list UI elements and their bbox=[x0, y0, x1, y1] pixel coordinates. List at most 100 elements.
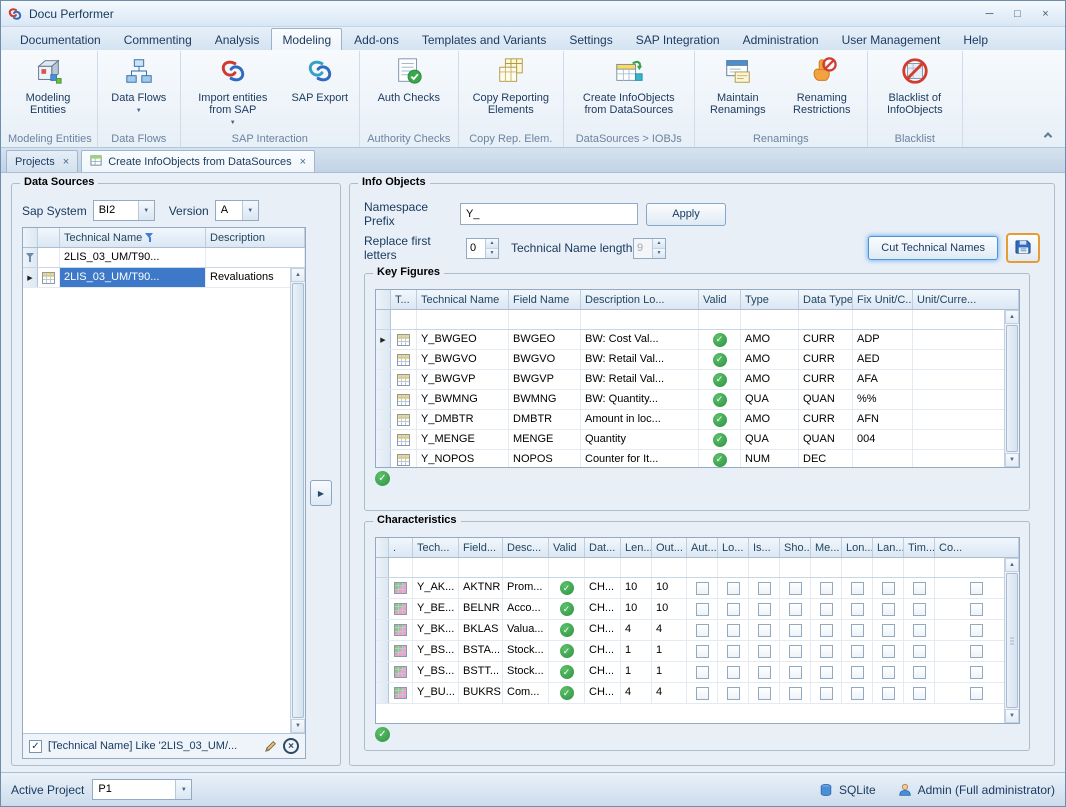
ribbon-tab-analysis[interactable]: Analysis bbox=[204, 28, 271, 50]
checkbox[interactable] bbox=[696, 687, 709, 700]
cut-technical-names-button[interactable]: Cut Technical Names bbox=[868, 236, 998, 260]
filter-cell[interactable] bbox=[581, 310, 699, 329]
checkbox[interactable] bbox=[913, 666, 926, 679]
cell-fix-unit[interactable]: AFN bbox=[853, 410, 913, 429]
checkbox[interactable] bbox=[851, 582, 864, 595]
header-field-name[interactable]: Field... bbox=[459, 538, 503, 557]
key-figure-row[interactable]: Y_BWMNG BWMNG BW: Quantity... ✓ QUA QUAN… bbox=[376, 390, 1019, 410]
move-right-button[interactable]: ▶ bbox=[310, 480, 332, 506]
characteristic-row[interactable]: Y_BE... BELNR Acco... ✓ CH... 10 10 bbox=[376, 599, 1019, 620]
cell-technical-name[interactable]: Y_BE... bbox=[413, 599, 459, 619]
cell-fix-unit[interactable]: ADP bbox=[853, 330, 913, 349]
checkbox[interactable] bbox=[758, 624, 771, 637]
filter-cell[interactable] bbox=[749, 558, 780, 577]
cell-length[interactable]: 1 bbox=[621, 641, 652, 661]
characteristic-row[interactable]: Y_AK... AKTNR Prom... ✓ CH... 10 10 bbox=[376, 578, 1019, 599]
cell-description[interactable]: Valua... bbox=[503, 620, 549, 640]
header-flag[interactable]: Sho... bbox=[780, 538, 811, 557]
cell-technical-name[interactable]: Y_BWGVP bbox=[417, 370, 509, 389]
filter-cell[interactable] bbox=[811, 558, 842, 577]
cell-description[interactable]: Quantity bbox=[581, 430, 699, 449]
step-up-icon[interactable]: ▲ bbox=[486, 239, 498, 248]
checkbox[interactable] bbox=[970, 624, 983, 637]
close-tab-icon[interactable]: × bbox=[63, 156, 69, 168]
filter-cell[interactable] bbox=[585, 558, 621, 577]
cell-data-type[interactable]: CH... bbox=[585, 599, 621, 619]
cell-type[interactable]: AMO bbox=[741, 350, 799, 369]
cell-data-type[interactable]: CH... bbox=[585, 641, 621, 661]
filter-cell[interactable] bbox=[413, 558, 459, 577]
cell-fix-unit[interactable]: AED bbox=[853, 350, 913, 369]
scroll-down-icon[interactable]: ▼ bbox=[1005, 453, 1019, 467]
user-label[interactable]: Admin (Full administrator) bbox=[918, 783, 1055, 797]
namespace-prefix-input[interactable] bbox=[460, 203, 638, 225]
data-flows-button[interactable]: Data Flows ▼ bbox=[101, 53, 177, 131]
ribbon-tab-sap-integration[interactable]: SAP Integration bbox=[625, 28, 731, 50]
edit-filter-icon[interactable] bbox=[264, 740, 277, 753]
header-flag[interactable]: Lo... bbox=[718, 538, 749, 557]
checkbox[interactable] bbox=[820, 603, 833, 616]
checkbox[interactable] bbox=[820, 645, 833, 658]
ribbon-tab-administration[interactable]: Administration bbox=[732, 28, 830, 50]
filter-cell[interactable] bbox=[459, 558, 503, 577]
ribbon-tab-templates-and-variants[interactable]: Templates and Variants bbox=[411, 28, 558, 50]
filter-cell[interactable] bbox=[699, 310, 741, 329]
cell-data-type[interactable]: CURR bbox=[799, 370, 853, 389]
cell-data-type[interactable]: CH... bbox=[585, 620, 621, 640]
checkbox[interactable] bbox=[913, 582, 926, 595]
checkbox[interactable] bbox=[913, 687, 926, 700]
filter-funnel-icon[interactable] bbox=[145, 233, 154, 243]
close-tab-icon[interactable]: × bbox=[300, 156, 306, 168]
cell-field-name[interactable]: BKLAS bbox=[459, 620, 503, 640]
filter-enabled-checkbox[interactable]: ✓ bbox=[29, 740, 42, 753]
ribbon-tab-documentation[interactable]: Documentation bbox=[9, 28, 112, 50]
save-button[interactable] bbox=[1006, 233, 1040, 263]
scroll-down-icon[interactable]: ▼ bbox=[1005, 709, 1019, 723]
cell-type[interactable]: AMO bbox=[741, 330, 799, 349]
checkbox[interactable] bbox=[727, 687, 740, 700]
checkbox[interactable] bbox=[882, 666, 895, 679]
ribbon-tab-user-management[interactable]: User Management bbox=[831, 28, 952, 50]
filter-cell[interactable] bbox=[621, 558, 652, 577]
cell-data-type[interactable]: DEC bbox=[799, 450, 853, 468]
cell-data-type[interactable]: CURR bbox=[799, 350, 853, 369]
cell-technical-name[interactable]: Y_NOPOS bbox=[417, 450, 509, 468]
cell-technical-name[interactable]: Y_BWMNG bbox=[417, 390, 509, 409]
filter-cell[interactable] bbox=[842, 558, 873, 577]
cell-description[interactable]: Stock... bbox=[503, 662, 549, 682]
cell-description[interactable]: Stock... bbox=[503, 641, 549, 661]
checkbox[interactable] bbox=[727, 666, 740, 679]
filter-cell[interactable] bbox=[389, 558, 413, 577]
characteristic-row[interactable]: Y_BK... BKLAS Valua... ✓ CH... 4 4 bbox=[376, 620, 1019, 641]
header-icon-column[interactable]: . bbox=[389, 538, 413, 557]
database-label[interactable]: SQLite bbox=[839, 783, 876, 797]
cell-description[interactable]: Com... bbox=[503, 683, 549, 703]
filter-cell[interactable] bbox=[780, 558, 811, 577]
scroll-down-icon[interactable]: ▼ bbox=[291, 719, 305, 733]
characteristic-row[interactable]: Y_BS... BSTA... Stock... ✓ CH... 1 1 bbox=[376, 641, 1019, 662]
filter-description-cell[interactable] bbox=[206, 248, 305, 267]
cell-output-length[interactable]: 4 bbox=[652, 620, 687, 640]
auth-checks-button[interactable]: Auth Checks bbox=[363, 53, 455, 131]
checkbox[interactable] bbox=[882, 645, 895, 658]
key-figure-row[interactable]: ▶ Y_BWGEO BWGEO BW: Cost Val... ✓ AMO CU… bbox=[376, 330, 1019, 350]
checkbox[interactable] bbox=[696, 624, 709, 637]
cell-description[interactable]: Amount in loc... bbox=[581, 410, 699, 429]
scrollbar-thumb[interactable] bbox=[292, 283, 304, 718]
step-up-icon[interactable]: ▲ bbox=[653, 239, 665, 248]
cell-description[interactable]: BW: Retail Val... bbox=[581, 350, 699, 369]
chevron-down-icon[interactable]: ▼ bbox=[138, 201, 154, 220]
cell-type[interactable]: QUA bbox=[741, 390, 799, 409]
scroll-up-icon[interactable]: ▲ bbox=[1005, 310, 1019, 324]
step-down-icon[interactable]: ▼ bbox=[653, 248, 665, 258]
cell-output-length[interactable]: 4 bbox=[652, 683, 687, 703]
scrollbar-thumb[interactable] bbox=[1006, 325, 1018, 452]
cell-fix-unit[interactable] bbox=[853, 450, 913, 468]
renaming-restrictions-button[interactable]: Renaming Restrictions bbox=[780, 53, 864, 131]
checkbox[interactable] bbox=[970, 603, 983, 616]
filter-cell[interactable] bbox=[873, 558, 904, 577]
tab-projects[interactable]: Projects × bbox=[6, 150, 78, 172]
cell-description[interactable]: BW: Cost Val... bbox=[581, 330, 699, 349]
cell-field-name[interactable]: BUKRS bbox=[459, 683, 503, 703]
cell-data-type[interactable]: CH... bbox=[585, 578, 621, 598]
